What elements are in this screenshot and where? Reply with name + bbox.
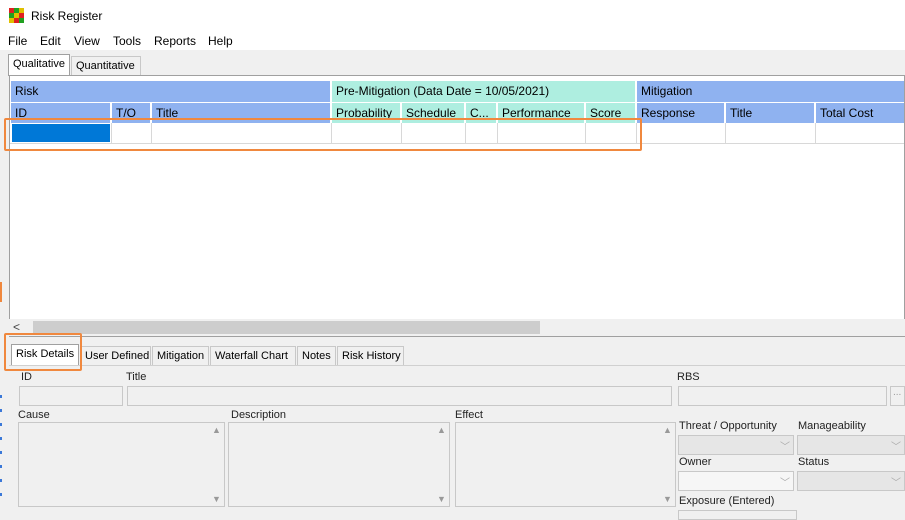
grid-cell-cost[interactable] [466,123,498,144]
scroll-up-icon[interactable]: ▲ [663,425,672,435]
cause-label: Cause [18,409,50,421]
grid-cell-mitigation-title[interactable] [726,123,816,144]
tab-waterfall-chart[interactable]: Waterfall Chart [210,346,296,366]
scroll-down-icon[interactable]: ▼ [663,494,672,504]
id-label: ID [21,371,32,383]
scroll-left-icon[interactable]: < [13,320,20,334]
column-header-probability[interactable]: Probability [332,102,401,123]
chevron-down-icon: ﹀ [891,442,901,453]
scroll-down-icon[interactable]: ▼ [212,494,221,504]
description-label: Description [231,409,287,421]
menu-help[interactable]: Help [208,34,233,48]
group-header-risk: Risk [11,81,331,102]
effect-label: Effect [455,409,483,421]
cause-scrollbar[interactable]: ▲ ▼ [209,423,224,506]
risk-grid: Risk Pre-Mitigation (Data Date = 10/05/2… [9,75,905,337]
risk-details-panel: ID Title RBS ... Cause ▲ ▼ Description ▲… [9,365,905,520]
title-label: Title [126,371,147,383]
exposure-entered-label: Exposure (Entered) [679,495,775,507]
rbs-field[interactable] [678,386,887,406]
horizontal-scrollbar[interactable]: < [9,319,905,336]
column-header-schedule[interactable]: Schedule [402,102,465,123]
rbs-browse-button[interactable]: ... [890,386,905,406]
column-header-to[interactable]: T/O [112,102,151,123]
menu-file[interactable]: File [8,34,27,48]
chevron-down-icon: ﹀ [891,478,901,489]
tab-notes[interactable]: Notes [297,346,336,366]
selected-cell[interactable] [12,124,110,142]
tab-qualitative[interactable]: Qualitative [8,54,70,76]
menu-reports[interactable]: Reports [154,34,196,48]
group-header-pre-mitigation: Pre-Mitigation (Data Date = 10/05/2021) [332,81,636,102]
chevron-down-icon: ﹀ [780,478,790,489]
status-label: Status [798,456,830,468]
tab-risk-history[interactable]: Risk History [337,346,404,366]
scrollbar-thumb[interactable] [33,321,540,334]
chevron-down-icon: ﹀ [780,442,790,453]
tab-user-defined[interactable]: User Defined [80,346,151,366]
scroll-up-icon[interactable]: ▲ [212,425,221,435]
threat-opportunity-select[interactable]: ﹀ [678,435,794,455]
menu-view[interactable]: View [74,34,100,48]
grid-cell-response[interactable] [637,123,726,144]
title-bar: Risk Register [0,0,905,32]
tab-mitigation[interactable]: Mitigation [152,346,209,366]
column-header-score[interactable]: Score [586,102,636,123]
column-header-mitigation-title[interactable]: Title [726,102,815,123]
left-edge-marker [0,395,2,505]
view-tabs: Qualitative Quantitative [0,52,905,76]
threat-opportunity-label: Threat / Opportunity [679,420,777,432]
description-textarea[interactable]: ▲ ▼ [228,422,450,507]
cause-textarea[interactable]: ▲ ▼ [18,422,225,507]
column-header-response[interactable]: Response [637,102,725,123]
effect-textarea[interactable]: ▲ ▼ [455,422,676,507]
title-field[interactable] [127,386,672,406]
grid-cell-total-cost[interactable] [816,123,904,144]
effect-scrollbar[interactable]: ▲ ▼ [660,423,675,506]
detail-tabs: Risk Details User Defined Mitigation Wat… [0,344,905,366]
scroll-up-icon[interactable]: ▲ [437,425,446,435]
grid-cell-schedule[interactable] [402,123,466,144]
menu-bar: File Edit View Tools Reports Help [0,32,905,50]
manageability-label: Manageability [798,420,866,432]
status-select[interactable]: ﹀ [797,471,905,491]
owner-select[interactable]: ﹀ [678,471,794,491]
column-header-title[interactable]: Title [152,102,331,123]
menu-edit[interactable]: Edit [40,34,61,48]
tab-risk-details[interactable]: Risk Details [11,344,79,366]
menu-tools[interactable]: Tools [113,34,141,48]
tab-quantitative[interactable]: Quantitative [71,56,141,76]
column-header-total-cost[interactable]: Total Cost [816,102,904,123]
window-title: Risk Register [31,9,103,23]
owner-label: Owner [679,456,712,468]
description-scrollbar[interactable]: ▲ ▼ [434,423,449,506]
scroll-down-icon[interactable]: ▼ [437,494,446,504]
grid-cell-to[interactable] [112,123,152,144]
group-header-mitigation: Mitigation [637,81,904,102]
rbs-label: RBS [677,371,700,383]
column-header-id[interactable]: ID [11,102,111,123]
column-header-cost[interactable]: C... [466,102,497,123]
grid-cell-score[interactable] [586,123,637,144]
app-icon [9,8,24,23]
column-header-performance[interactable]: Performance [498,102,585,123]
grid-cell-title[interactable] [152,123,332,144]
id-field[interactable] [19,386,123,406]
manageability-select[interactable]: ﹀ [797,435,905,455]
left-edge-marker [0,282,2,302]
grid-cell-performance[interactable] [498,123,586,144]
exposure-entered-field[interactable] [678,510,797,520]
grid-cell-probability[interactable] [332,123,402,144]
